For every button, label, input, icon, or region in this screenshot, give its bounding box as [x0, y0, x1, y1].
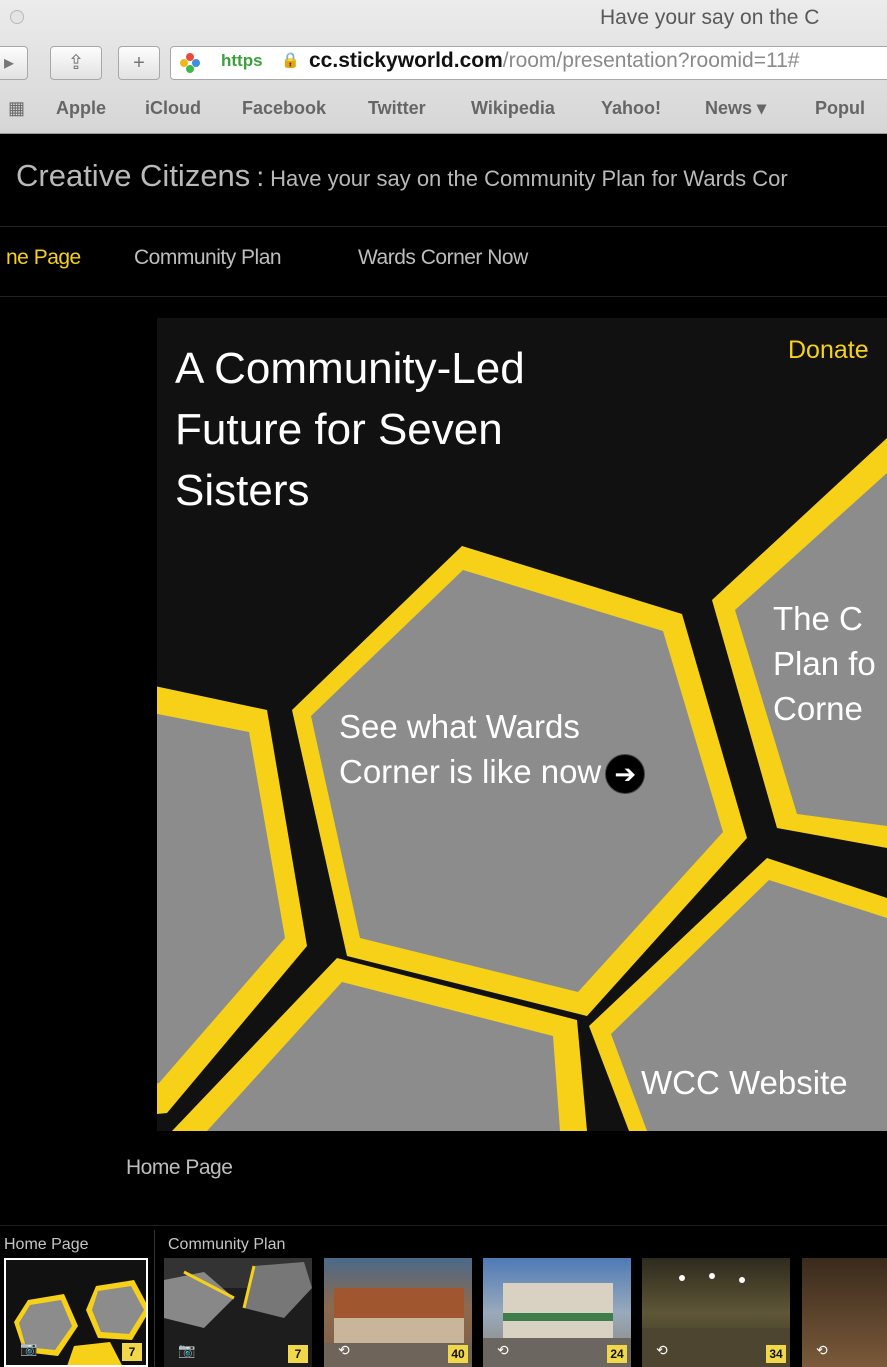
site-title: Creative Citizens: Have your say on the C…: [16, 158, 788, 194]
nav-home-page[interactable]: ne Page: [6, 246, 81, 270]
hex-wards-line: Corner is like now: [339, 753, 602, 790]
bookmark-wikipedia[interactable]: Wikipedia: [471, 98, 555, 119]
arrow-right-icon[interactable]: ➔: [605, 754, 646, 795]
filmstrip-divider: [0, 1225, 887, 1226]
bookmark-icloud[interactable]: iCloud: [145, 98, 201, 119]
site-name: Creative Citizens: [16, 158, 251, 193]
nav-wards-corner-now[interactable]: Wards Corner Now: [358, 246, 528, 270]
bookmark-news[interactable]: News ▾: [705, 98, 766, 119]
hex-plan-label[interactable]: The C Plan fo Corne: [773, 596, 876, 731]
comment-count-badge: 24: [607, 1345, 627, 1363]
hex-wcc-label[interactable]: WCC Website: [641, 1060, 848, 1105]
bookmarks-bar: ▦ Apple iCloud Facebook Twitter Wikipedi…: [0, 96, 887, 126]
nav-community-plan[interactable]: Community Plan: [134, 246, 282, 270]
bookmark-facebook[interactable]: Facebook: [242, 98, 326, 119]
hex-plan-line: Corne: [773, 690, 863, 727]
group-home-page: Home Page: [4, 1236, 89, 1253]
share-icon: ⇪: [67, 52, 85, 74]
hex-plan-line: The C: [773, 600, 863, 637]
group-separator: [154, 1230, 155, 1367]
thumbnail-panorama[interactable]: ⟲: [802, 1258, 887, 1367]
headline-line: Future for Seven: [175, 405, 503, 454]
site-logo-icon: [180, 53, 200, 73]
window-title: Have your say on the C: [600, 6, 820, 29]
nav-divider: [0, 296, 887, 297]
bookmark-twitter[interactable]: Twitter: [368, 98, 426, 119]
thumbnail-panorama[interactable]: ⟲ 40: [324, 1258, 472, 1367]
hex-wards-line: See what Wards: [339, 708, 580, 745]
camera-icon: 📷: [178, 1342, 196, 1358]
presentation-slide: A Community-Led Future for Seven Sisters…: [157, 318, 887, 1131]
bookmark-popular[interactable]: Popul: [815, 98, 865, 119]
thumbnail-panorama[interactable]: ⟲ 24: [483, 1258, 631, 1367]
panorama-360-icon: ⟲: [656, 1342, 668, 1358]
hex-plan-line: Plan fo: [773, 645, 876, 682]
photo-count-badge: 7: [288, 1345, 308, 1363]
browser-chrome: Have your say on the C ▸ ⇪ + https 🔒 cc.…: [0, 0, 887, 134]
bookmark-yahoo[interactable]: Yahoo!: [601, 98, 661, 119]
thumbnail-community-plan[interactable]: 📷 7: [164, 1258, 312, 1367]
hex-wards-label[interactable]: See what Wards Corner is like now ➔: [339, 704, 646, 795]
panorama-360-icon: ⟲: [816, 1342, 828, 1358]
title-separator: :: [256, 161, 265, 192]
comment-count-badge: 34: [766, 1345, 786, 1363]
panorama-360-icon: ⟲: [338, 1342, 350, 1358]
donate-link[interactable]: Donate: [788, 336, 869, 365]
slide-headline: A Community-Led Future for Seven Sisters: [175, 338, 525, 521]
lock-icon: 🔒: [281, 52, 300, 69]
grid-icon[interactable]: ▦: [8, 98, 25, 119]
headline-line: A Community-Led: [175, 344, 525, 393]
window-button[interactable]: [10, 10, 24, 24]
site-subtitle: Have your say on the Community Plan for …: [270, 166, 788, 191]
camera-icon: 📷: [20, 1340, 38, 1356]
share-button[interactable]: ⇪: [50, 46, 102, 80]
back-button[interactable]: ▸: [0, 46, 28, 80]
headline-line: Sisters: [175, 466, 310, 515]
back-arrow-icon: ▸: [3, 52, 15, 74]
thumbnail-panorama[interactable]: ⟲ 34: [642, 1258, 790, 1367]
header-divider: [0, 226, 887, 227]
thumbnail-home-page[interactable]: 📷 7: [4, 1258, 148, 1367]
comment-count-badge: 40: [448, 1345, 468, 1363]
slide-caption: Home Page: [126, 1156, 233, 1179]
group-community-plan: Community Plan: [168, 1236, 286, 1253]
address-bar[interactable]: https 🔒 cc.stickyworld.com/room/presenta…: [170, 46, 887, 80]
bookmark-apple[interactable]: Apple: [56, 98, 106, 119]
photo-count-badge: 7: [122, 1343, 142, 1361]
new-tab-button[interactable]: +: [118, 46, 160, 80]
panorama-360-icon: ⟲: [497, 1342, 509, 1358]
url-text: cc.stickyworld.com/room/presentation?roo…: [309, 49, 800, 72]
url-scheme: https: [221, 51, 263, 70]
plus-icon: +: [133, 52, 145, 74]
